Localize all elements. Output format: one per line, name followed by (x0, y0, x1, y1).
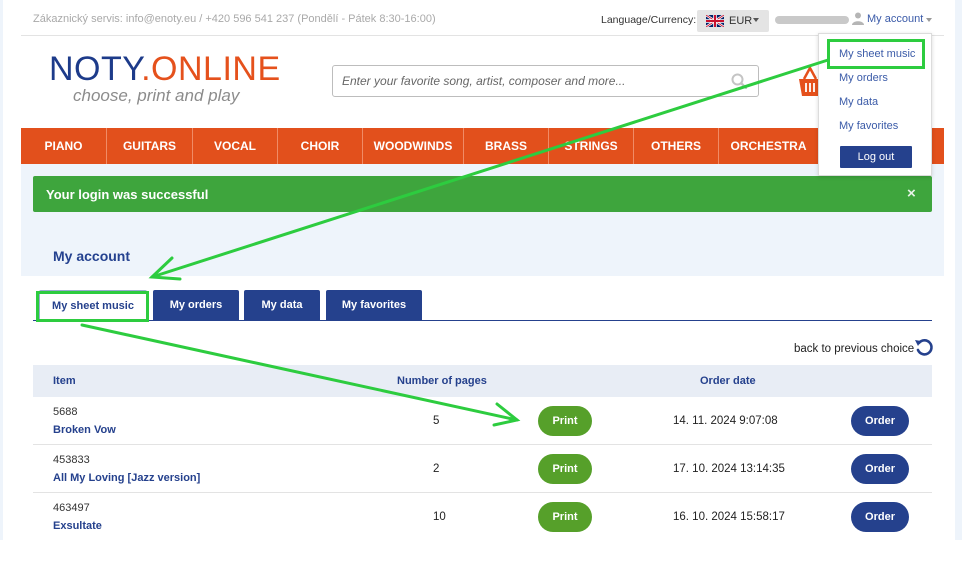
customer-service-info: Zákaznický servis: info@enoty.eu / +420 … (33, 13, 436, 25)
nav-item-vocal[interactable]: VOCAL (193, 128, 278, 164)
left-margin (0, 0, 3, 540)
top-bar: Zákaznický servis: info@enoty.eu / +420 … (21, 0, 944, 36)
account-chevron-down-icon (926, 18, 932, 22)
back-to-previous-link[interactable]: back to previous choice (794, 343, 914, 355)
print-button[interactable]: Print (538, 454, 592, 484)
dropdown-item-my-data[interactable]: My data (839, 96, 878, 108)
nav-item-others[interactable]: OTHERS (634, 128, 719, 164)
nav-item-guitars[interactable]: GUITARS (107, 128, 193, 164)
user-icon (852, 12, 864, 25)
order-date: 14. 11. 2024 9:07:08 (673, 415, 778, 427)
tabs-underline (33, 320, 932, 321)
order-date: 17. 10. 2024 13:14:35 (673, 463, 785, 475)
table-row: 453833 All My Loving [Jazz version] 2 Pr… (33, 445, 932, 493)
item-id: 5688 (53, 406, 78, 418)
order-button[interactable]: Order (851, 502, 909, 532)
dropdown-item-my-orders[interactable]: My orders (839, 72, 888, 84)
print-button[interactable]: Print (538, 406, 592, 436)
page-title: My account (53, 248, 131, 264)
table-header: Item Number of pages Order date (33, 365, 932, 397)
item-title-link[interactable]: All My Loving [Jazz version] (53, 472, 200, 484)
page-count: 10 (433, 511, 446, 523)
table-row: 5688 Broken Vow 5 Print 14. 11. 2024 9:0… (33, 397, 932, 445)
column-header-item: Item (53, 375, 76, 387)
page-count: 2 (433, 463, 440, 475)
page-count: 5 (433, 415, 440, 427)
login-success-alert: Your login was successful × (33, 176, 932, 212)
right-margin (955, 0, 962, 540)
item-id: 453833 (53, 454, 90, 466)
my-account-link[interactable]: My account (867, 13, 923, 25)
search-box (332, 65, 759, 97)
uk-flag-icon (706, 15, 724, 27)
item-title-link[interactable]: Exsultate (53, 520, 102, 532)
dropdown-item-my-favorites[interactable]: My favorites (839, 120, 898, 132)
nav-item-piano[interactable]: PIANO (21, 128, 107, 164)
chevron-down-icon (753, 18, 759, 22)
language-currency-label: Language/Currency: (601, 14, 697, 26)
annotation-highlight-dropdown (827, 39, 925, 69)
column-header-order-date: Order date (700, 375, 756, 387)
print-button[interactable]: Print (538, 502, 592, 532)
item-id: 463497 (53, 502, 90, 514)
order-date: 16. 10. 2024 15:58:17 (673, 511, 785, 523)
undo-arrow-icon[interactable] (914, 338, 934, 358)
order-button[interactable]: Order (851, 406, 909, 436)
page: Zákaznický servis: info@enoty.eu / +420 … (0, 0, 962, 582)
currency-selector[interactable]: EUR (697, 10, 769, 32)
blurred-username (775, 16, 849, 24)
logo-text-dot: . (141, 50, 152, 88)
close-icon[interactable]: × (907, 185, 916, 202)
alert-message: Your login was successful (46, 187, 209, 202)
tab-my-data[interactable]: My data (244, 290, 320, 320)
site-logo[interactable]: NOTY.ONLINE choose, print and play (49, 50, 281, 105)
logo-text-online: ONLINE (151, 50, 281, 88)
site-header: NOTY.ONLINE choose, print and play (21, 36, 944, 128)
item-title-link[interactable]: Broken Vow (53, 424, 116, 436)
search-icon[interactable] (731, 73, 747, 89)
annotation-highlight-tab (36, 291, 149, 322)
nav-item-orchestra[interactable]: ORCHESTRA (719, 128, 818, 164)
tab-my-orders[interactable]: My orders (153, 290, 239, 320)
nav-item-brass[interactable]: BRASS (464, 128, 549, 164)
logout-button[interactable]: Log out (840, 146, 912, 168)
search-input[interactable] (342, 66, 727, 96)
order-button[interactable]: Order (851, 454, 909, 484)
table-row: 463497 Exsultate 10 Print 16. 10. 2024 1… (33, 493, 932, 541)
nav-item-choir[interactable]: CHOIR (278, 128, 363, 164)
main-navigation: PIANO GUITARS VOCAL CHOIR WOODWINDS BRAS… (21, 128, 944, 164)
nav-item-woodwinds[interactable]: WOODWINDS (363, 128, 464, 164)
logo-text-noty: NOTY (49, 50, 142, 88)
logo-tagline: choose, print and play (73, 86, 240, 105)
tab-my-favorites[interactable]: My favorites (326, 290, 422, 320)
nav-item-strings[interactable]: STRINGS (549, 128, 634, 164)
currency-value: EUR (729, 15, 753, 27)
column-header-pages: Number of pages (397, 375, 487, 387)
